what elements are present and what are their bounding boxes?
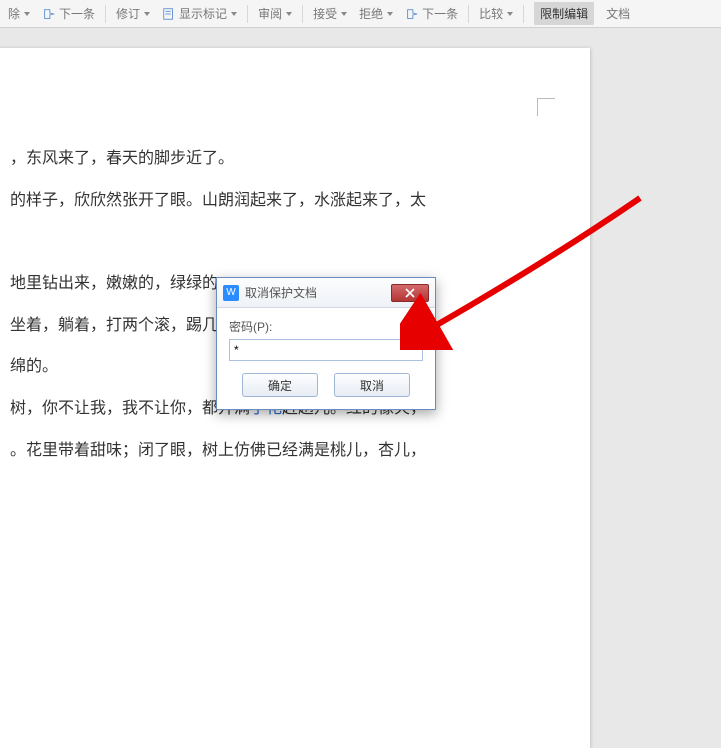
revise-button[interactable]: 修订 bbox=[110, 3, 156, 24]
dialog-button-row: 确定 取消 bbox=[229, 373, 423, 397]
password-label: 密码(P): bbox=[229, 318, 423, 335]
document-button[interactable]: 文档 bbox=[600, 3, 636, 24]
cancel-button[interactable]: 取消 bbox=[334, 373, 410, 397]
document-viewport: ，东风来了，春天的脚步近了。 的样子，欣欣然张开了眼。山朗润起来了，水涨起来了，… bbox=[0, 28, 721, 500]
document-label: 文档 bbox=[606, 5, 630, 22]
next-label: 下一条 bbox=[422, 5, 458, 22]
divider bbox=[247, 5, 248, 23]
close-button[interactable] bbox=[391, 284, 429, 302]
next-icon bbox=[42, 7, 56, 21]
delete-label: 除 bbox=[8, 5, 20, 22]
text-line: ，东风来了，春天的脚步近了。 bbox=[10, 138, 550, 180]
dialog-titlebar[interactable]: W 取消保护文档 bbox=[217, 278, 435, 308]
next-change-button-1[interactable]: 下一条 bbox=[36, 3, 101, 24]
dialog-body: 密码(P): 确定 取消 bbox=[217, 308, 435, 409]
compare-button[interactable]: 比较 bbox=[473, 3, 519, 24]
show-markup-label: 显示标记 bbox=[179, 5, 227, 22]
dialog-title-text: 取消保护文档 bbox=[245, 284, 317, 301]
text-line: 。花里带着甜味；闭了眼，树上仿佛已经满是桃儿，杏儿， bbox=[10, 430, 550, 472]
show-markup-button[interactable]: 显示标记 bbox=[156, 3, 243, 24]
chevron-down-icon bbox=[387, 12, 393, 16]
delete-button[interactable]: 除 bbox=[2, 3, 36, 24]
next-icon bbox=[405, 7, 419, 21]
text-line: 的样子，欣欣然张开了眼。山朗润起来了，水涨起来了，太 bbox=[10, 180, 550, 222]
chevron-down-icon bbox=[341, 12, 347, 16]
crop-mark-icon bbox=[537, 98, 555, 116]
chevron-down-icon bbox=[144, 12, 150, 16]
reject-label: 拒绝 bbox=[359, 5, 383, 22]
revise-label: 修订 bbox=[116, 5, 140, 22]
review-button[interactable]: 审阅 bbox=[252, 3, 298, 24]
next-label: 下一条 bbox=[59, 5, 95, 22]
compare-label: 比较 bbox=[479, 5, 503, 22]
accept-label: 接受 bbox=[313, 5, 337, 22]
divider bbox=[105, 5, 106, 23]
ok-button[interactable]: 确定 bbox=[242, 373, 318, 397]
chevron-down-icon bbox=[507, 12, 513, 16]
restrict-editing-button[interactable]: 限制编辑 bbox=[528, 0, 600, 27]
chevron-down-icon bbox=[24, 12, 30, 16]
divider bbox=[468, 5, 469, 23]
review-label: 审阅 bbox=[258, 5, 282, 22]
divider bbox=[302, 5, 303, 23]
next-change-button-2[interactable]: 下一条 bbox=[399, 3, 464, 24]
app-icon: W bbox=[223, 285, 239, 301]
text-span: 树，你不让我，我不让你，都开满 bbox=[10, 400, 250, 417]
reject-button[interactable]: 拒绝 bbox=[353, 3, 399, 24]
password-input[interactable] bbox=[229, 339, 423, 361]
close-icon bbox=[405, 288, 415, 298]
accept-button[interactable]: 接受 bbox=[307, 3, 353, 24]
unprotect-document-dialog: W 取消保护文档 密码(P): 确定 取消 bbox=[216, 277, 436, 410]
markup-icon bbox=[162, 7, 176, 21]
chevron-down-icon bbox=[286, 12, 292, 16]
ribbon-toolbar: 除 下一条 修订 显示标记 审阅 接受 拒绝 下一条 比较 限制编辑 bbox=[0, 0, 721, 28]
chevron-down-icon bbox=[231, 12, 237, 16]
restrict-label: 限制编辑 bbox=[534, 2, 594, 25]
divider bbox=[523, 5, 524, 23]
